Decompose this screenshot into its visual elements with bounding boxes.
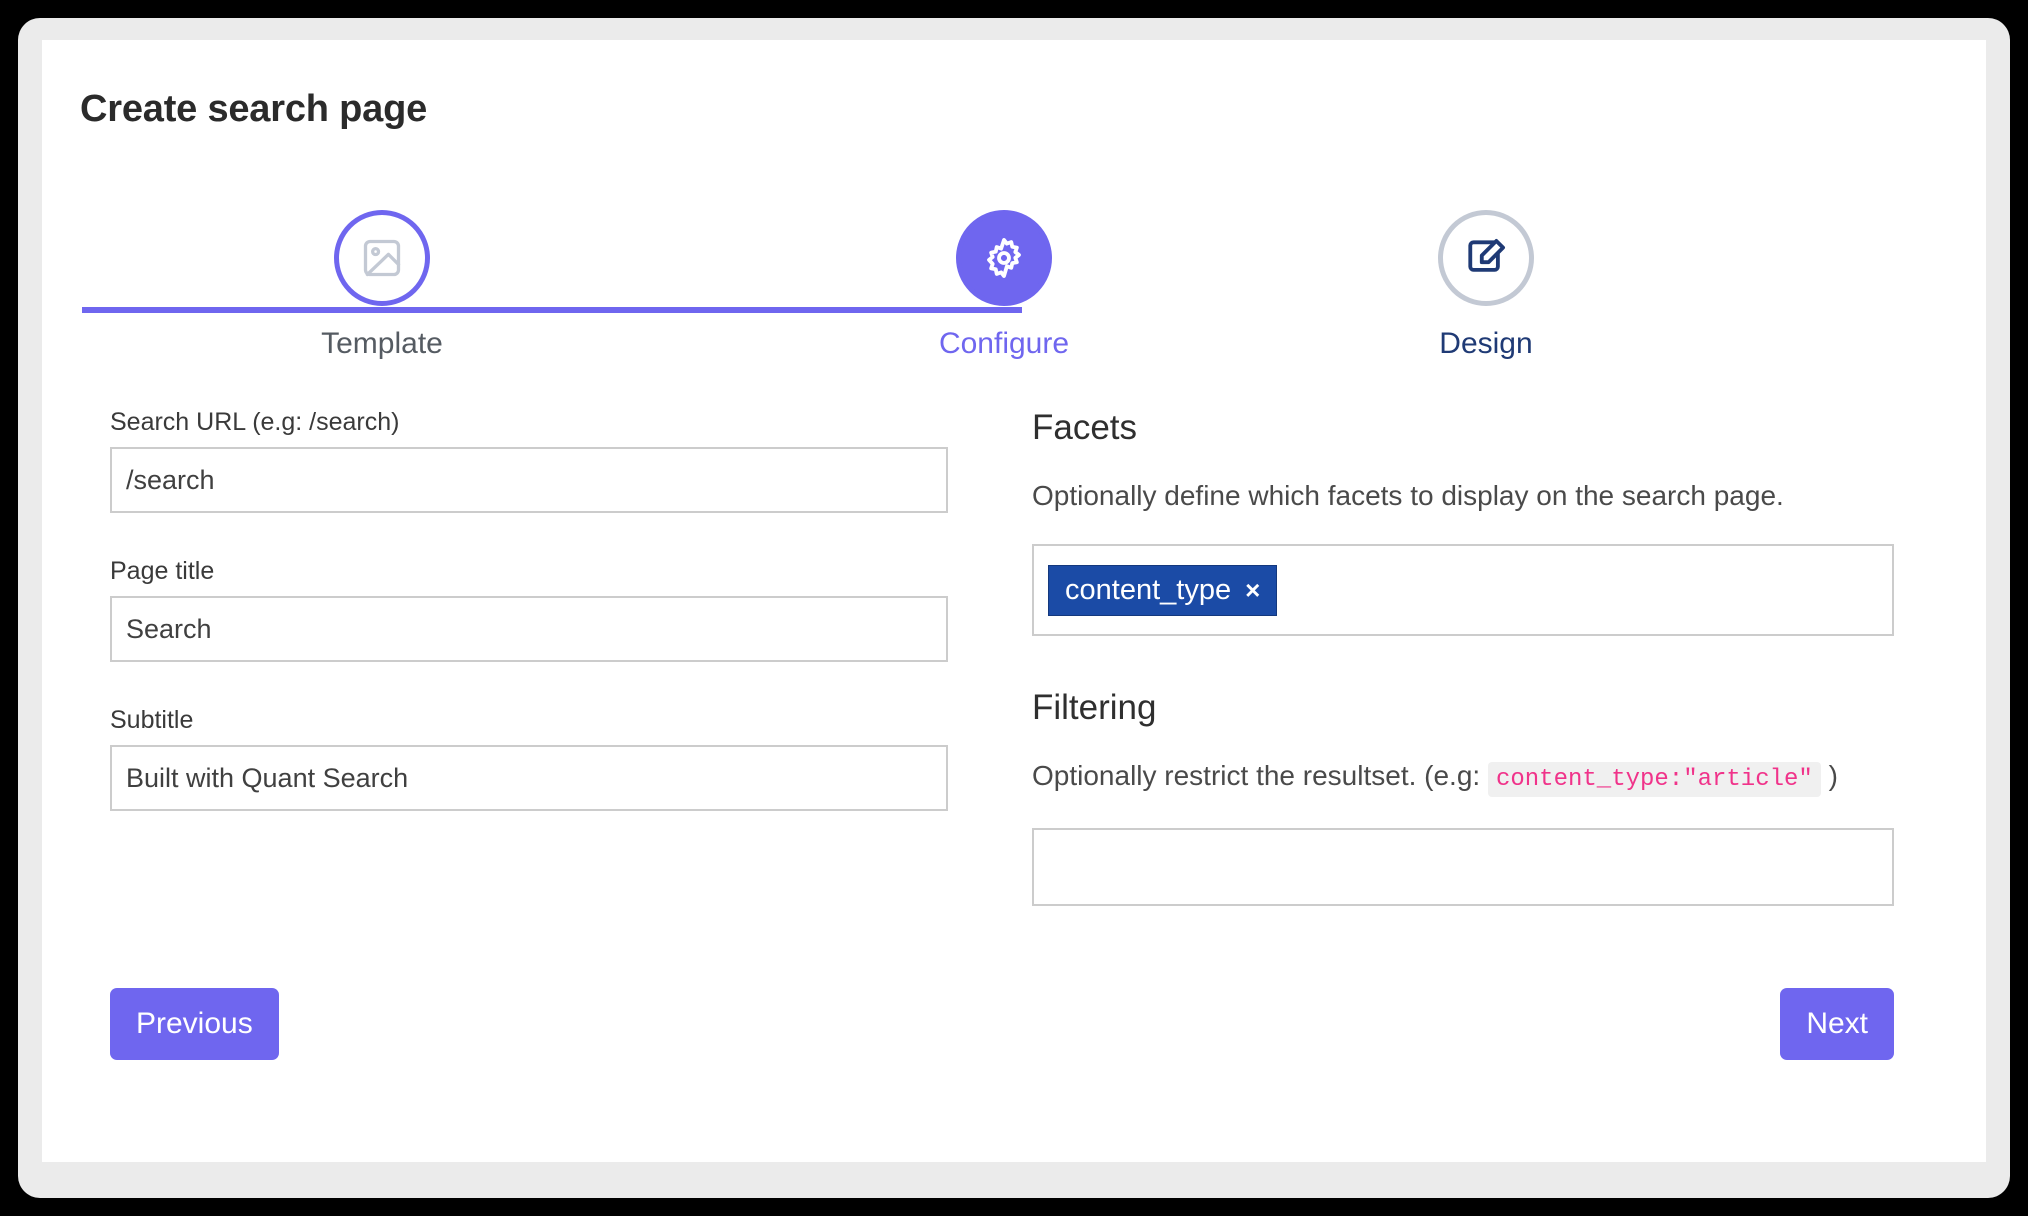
stepper-label-configure: Configure: [904, 326, 1104, 362]
stepper-label-template: Template: [282, 326, 482, 362]
stepper-circle-template: [334, 210, 430, 306]
gear-icon: [981, 235, 1027, 281]
facet-token-remove-icon[interactable]: ×: [1245, 577, 1260, 603]
filtering-description-suffix: ): [1829, 760, 1838, 791]
previous-button[interactable]: Previous: [110, 988, 279, 1060]
edit-square-icon: [1463, 235, 1509, 281]
facets-heading: Facets: [1032, 408, 1894, 448]
subtitle-input[interactable]: [110, 745, 948, 811]
label-search-url: Search URL (e.g: /search): [110, 408, 948, 437]
filtering-description-prefix: Optionally restrict the resultset. (e.g:: [1032, 760, 1480, 791]
stepper-connector-line: [82, 307, 1022, 313]
stepper-circle-design: [1438, 210, 1534, 306]
wizard-stepper: Template Configure: [42, 210, 1986, 400]
next-button[interactable]: Next: [1780, 988, 1894, 1060]
stepper-label-design: Design: [1386, 326, 1586, 362]
page-title: Create search page: [80, 88, 427, 131]
stepper-step-template[interactable]: Template: [282, 210, 482, 362]
filtering-input[interactable]: [1032, 828, 1894, 906]
right-form-column: Facets Optionally define which facets to…: [1032, 408, 1894, 906]
image-icon: [360, 236, 404, 280]
field-search-url: Search URL (e.g: /search): [110, 408, 948, 513]
stepper-step-design[interactable]: Design: [1386, 210, 1586, 362]
screen-root: Create search page Template: [0, 0, 2028, 1216]
filtering-code-example: content_type:"article": [1488, 762, 1821, 797]
filtering-heading: Filtering: [1032, 688, 1894, 728]
facet-token[interactable]: content_type ×: [1048, 565, 1277, 616]
field-subtitle: Subtitle: [110, 706, 948, 811]
field-page-title: Page title: [110, 557, 948, 662]
wizard-footer: Previous Next: [42, 988, 1986, 1078]
facet-token-label: content_type: [1065, 576, 1231, 605]
label-subtitle: Subtitle: [110, 706, 948, 735]
wizard-card: Create search page Template: [42, 40, 1986, 1162]
left-form-column: Search URL (e.g: /search) Page title Sub…: [110, 408, 948, 855]
label-page-title: Page title: [110, 557, 948, 586]
page-title-input[interactable]: [110, 596, 948, 662]
facets-description: Optionally define which facets to displa…: [1032, 470, 1894, 522]
search-url-input[interactable]: [110, 447, 948, 513]
stepper-circle-configure: [956, 210, 1052, 306]
facets-token-input[interactable]: content_type ×: [1032, 544, 1894, 636]
stepper-step-configure[interactable]: Configure: [904, 210, 1104, 362]
filtering-description: Optionally restrict the resultset. (e.g:…: [1032, 750, 1894, 806]
